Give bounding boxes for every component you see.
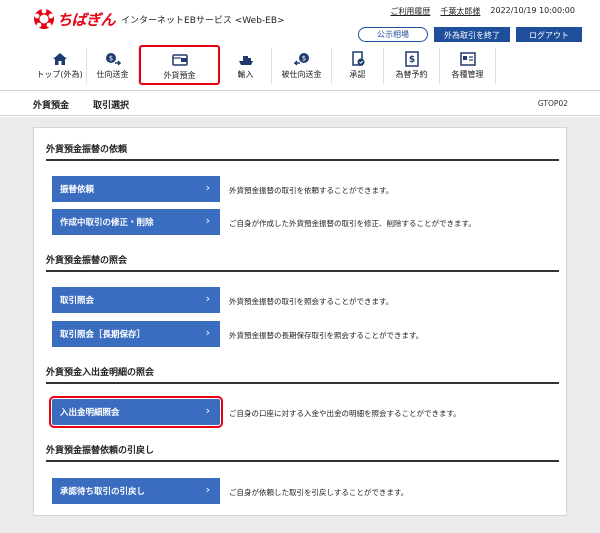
button-label: 作成中取引の修正・削除 bbox=[60, 218, 154, 228]
nav-label: 仕向送金 bbox=[96, 70, 129, 79]
svg-text:$: $ bbox=[301, 55, 305, 63]
section-title-transfer-request: 外貨預金振替の依頼 bbox=[46, 142, 559, 161]
long-term-inquiry-desc: 外貨預金振替の長期保存取引を照会することができます。 bbox=[229, 331, 424, 340]
nav-item-incoming-remittance[interactable]: $ 被仕向送金 bbox=[272, 48, 332, 84]
svg-text:$: $ bbox=[408, 55, 414, 65]
edit-draft-desc: ご自身が作成した外貨預金振替の取引を修正、削除することができます。 bbox=[229, 219, 476, 228]
deposit-icon bbox=[171, 54, 188, 66]
section-title-withdrawal: 外貨預金振替依頼の引戻し bbox=[46, 443, 559, 462]
nav-label: 為替予約 bbox=[395, 70, 428, 79]
page-subtitle: 取引選択 bbox=[93, 101, 130, 111]
chevron-right-icon: › bbox=[205, 181, 210, 194]
transaction-inquiry-desc: 外貨預金振替の取引を照会することができます。 bbox=[229, 297, 394, 306]
nav-label: トップ(外為) bbox=[36, 70, 83, 79]
chevron-right-icon: › bbox=[205, 483, 210, 496]
withdraw-pending-button[interactable]: 承認待ち取引の引戻し › bbox=[52, 478, 220, 504]
nav-item-top[interactable]: トップ(外為) bbox=[33, 48, 87, 84]
approval-icon bbox=[351, 51, 364, 66]
login-datetime: 2022/10/19 10:00:00 bbox=[490, 6, 575, 15]
import-icon bbox=[238, 56, 253, 65]
transaction-inquiry-button[interactable]: 取引照会 › bbox=[52, 287, 220, 313]
public-rate-button[interactable]: 公示相場 bbox=[358, 27, 428, 42]
nav-item-approval[interactable]: 承認 bbox=[332, 48, 384, 84]
nav-label: 承認 bbox=[349, 70, 366, 79]
exchange-reservation-icon: $ bbox=[404, 51, 419, 67]
service-name: インターネットEBサービス <Web-EB> bbox=[121, 15, 285, 26]
withdraw-pending-desc: ご自身が依頼した取引を引戻しすることができます。 bbox=[229, 488, 409, 497]
section-title-statement-inquiry: 外貨預金入出金明細の照会 bbox=[46, 365, 559, 384]
nav-label: 輸入 bbox=[237, 70, 254, 79]
statement-inquiry-button[interactable]: 入出金明細照会 › bbox=[49, 396, 223, 428]
chevron-right-icon: › bbox=[205, 214, 210, 227]
usage-history-link[interactable]: ご利用履歴 bbox=[390, 6, 430, 17]
header: ちばぎん インターネットEBサービス <Web-EB> ご利用履歴 千葉太郎様 … bbox=[0, 0, 600, 90]
chibagin-logo-icon bbox=[33, 8, 55, 30]
chevron-right-icon: › bbox=[205, 326, 210, 339]
transfer-request-button[interactable]: 振替依頼 › bbox=[52, 176, 220, 202]
button-label: 取引照会 bbox=[60, 296, 95, 306]
logout-button[interactable]: ログアウト bbox=[516, 27, 582, 42]
edit-draft-button[interactable]: 作成中取引の修正・削除 › bbox=[52, 209, 220, 235]
nav-label: 被仕向送金 bbox=[281, 70, 322, 79]
button-label: 取引照会［長期保存］ bbox=[60, 330, 146, 340]
incoming-remittance-icon: $ bbox=[293, 53, 309, 66]
management-icon bbox=[459, 52, 476, 66]
section-title-transfer-inquiry: 外貨預金振替の照会 bbox=[46, 253, 559, 272]
svg-text:$: $ bbox=[108, 55, 112, 63]
home-icon bbox=[52, 53, 67, 65]
logo-text: ちばぎん bbox=[57, 10, 116, 29]
screen-code: GTOP02 bbox=[537, 99, 568, 108]
nav-item-import[interactable]: 輸入 bbox=[220, 48, 272, 84]
button-label: 入出金明細照会 bbox=[60, 408, 120, 418]
transfer-request-desc: 外貨預金振替の取引を依頼することができます。 bbox=[229, 186, 394, 195]
remittance-icon: $ bbox=[105, 53, 121, 66]
logo[interactable]: ちばぎん インターネットEBサービス <Web-EB> bbox=[33, 8, 285, 30]
chevron-right-icon: › bbox=[205, 404, 210, 417]
nav-label: 各種管理 bbox=[451, 70, 484, 79]
nav-item-deposit[interactable]: 外貨預金 bbox=[139, 45, 220, 85]
statement-inquiry-desc: ご自身の口座に対する入金や出金の明細を照会することができます。 bbox=[229, 409, 461, 418]
page-title-bar: 外貨預金 取引選択 GTOP02 bbox=[0, 90, 600, 116]
user-name-link[interactable]: 千葉太郎様 bbox=[440, 6, 480, 17]
button-label: 振替依頼 bbox=[60, 185, 95, 195]
nav-label: 外貨預金 bbox=[163, 71, 196, 80]
button-label: 承認待ち取引の引戻し bbox=[60, 487, 146, 497]
nav-item-exchange-reservation[interactable]: $ 為替予約 bbox=[384, 48, 440, 84]
top-utility-bar: ご利用履歴 千葉太郎様 2022/10/19 10:00:00 bbox=[390, 6, 575, 17]
nav-item-management[interactable]: 各種管理 bbox=[440, 48, 496, 84]
header-button-row: 公示相場 外為取引を終了 ログアウト bbox=[358, 27, 582, 42]
global-nav: トップ(外為) $ 仕向送金 外貨預金 輸入 $ 被仕向送金 承認 $ 為替予約… bbox=[33, 45, 496, 85]
content-panel: 外貨預金振替の依頼 振替依頼 › 外貨預金振替の取引を依頼することができます。 … bbox=[33, 127, 567, 516]
nav-item-remittance[interactable]: $ 仕向送金 bbox=[87, 48, 139, 84]
chevron-right-icon: › bbox=[205, 292, 210, 305]
long-term-inquiry-button[interactable]: 取引照会［長期保存］ › bbox=[52, 321, 220, 347]
page-title: 外貨預金 bbox=[33, 101, 70, 111]
end-fx-button[interactable]: 外為取引を終了 bbox=[434, 27, 510, 42]
